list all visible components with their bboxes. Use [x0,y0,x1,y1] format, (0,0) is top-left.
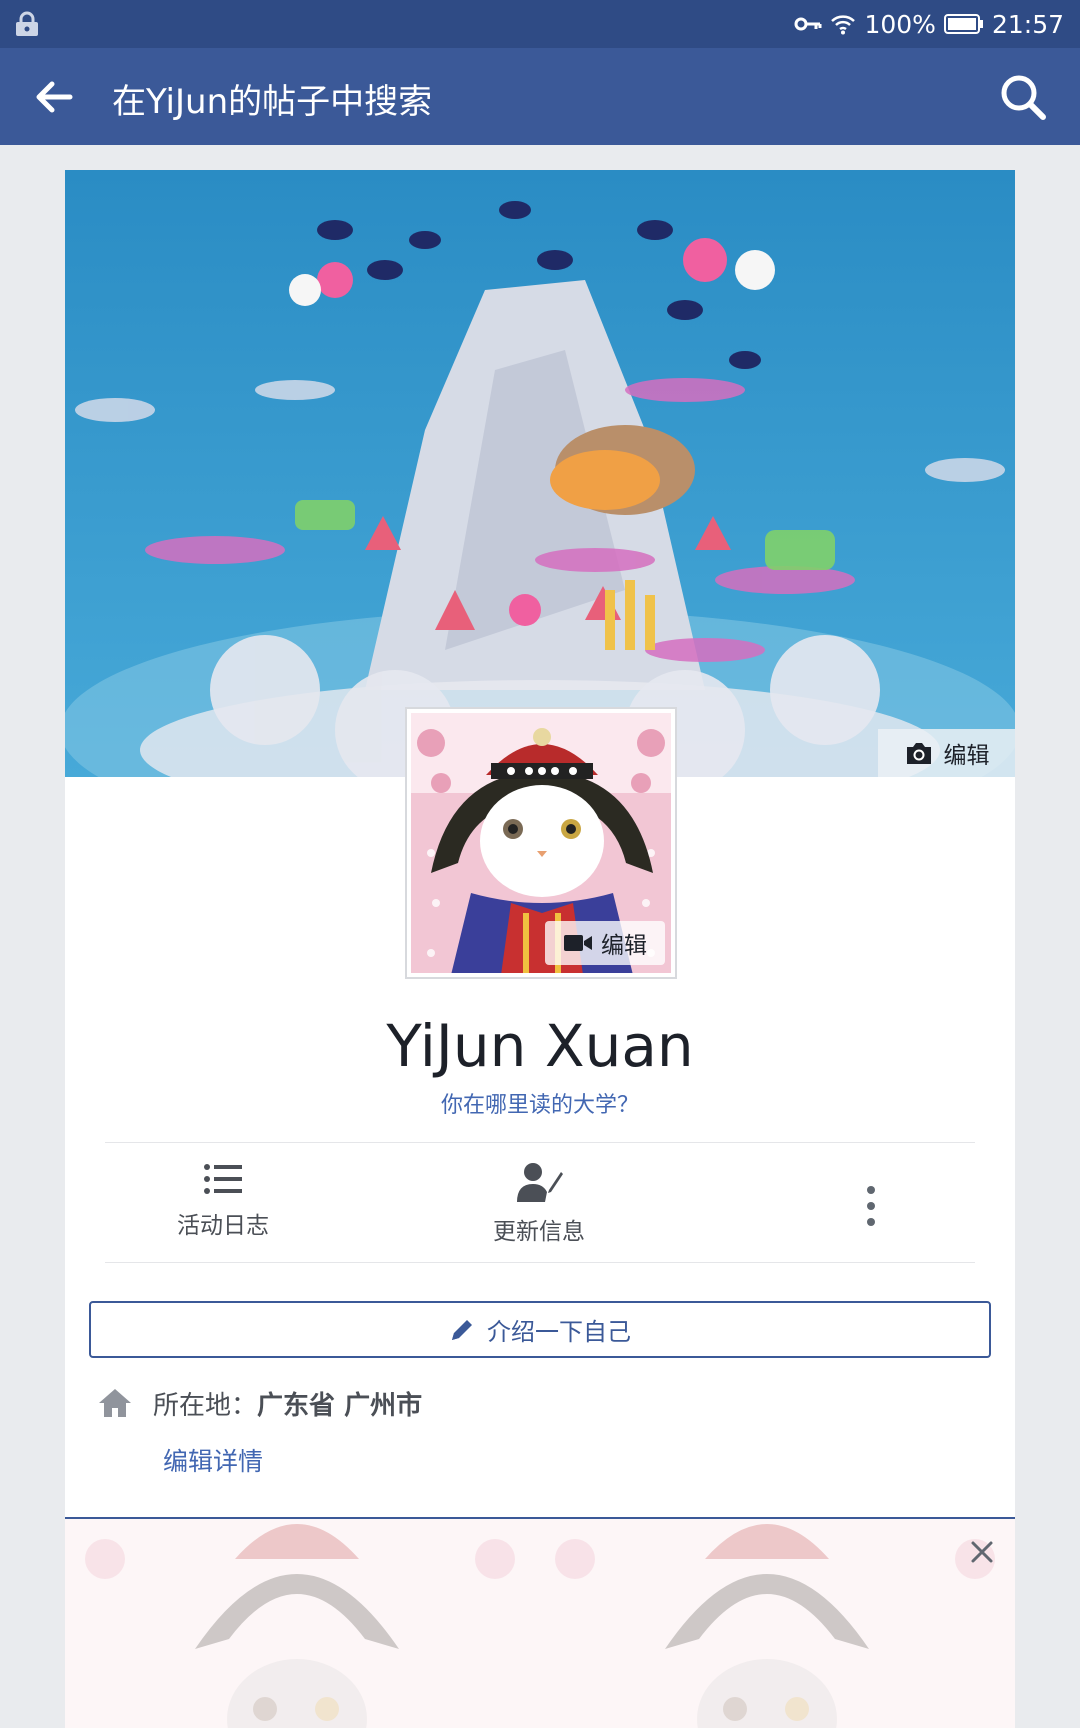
search-button[interactable] [996,70,1050,124]
list-icon [204,1164,242,1194]
edit-details-link[interactable]: 编辑详情 [163,1442,263,1478]
edit-profile-picture-label: 编辑 [601,933,647,959]
more-vertical-icon [867,1186,875,1226]
edit-cover-label: 编辑 [943,743,990,769]
featured-photos[interactable] [65,1517,1015,1728]
edit-profile-icon [517,1163,563,1202]
battery-icon [943,13,984,35]
update-info-label: 更新信息 [493,1219,585,1245]
activity-log-button[interactable]: 活动日志 [123,1162,323,1240]
more-options-button[interactable] [841,1176,901,1236]
introduce-yourself-button[interactable]: 介绍一下自己 [89,1301,991,1358]
cover-photo[interactable]: 编辑 [65,170,1015,777]
back-button[interactable] [30,72,80,122]
wifi-icon [830,13,856,35]
search-in-posts-title[interactable]: 在YiJun的帖子中搜索 [112,74,432,123]
close-icon [971,1541,993,1563]
clock: 21:57 [991,9,1064,39]
profile-name: YiJun Xuan [386,1012,694,1080]
profile-card: 编辑 编辑 YiJun Xuan 你在哪里读的大学？ 活动日志 更新信息 介绍一… [65,170,1015,1518]
video-camera-icon [564,935,592,951]
location-row: 所在地： 广东省 广州市 [95,1378,422,1428]
home-icon [99,1389,131,1417]
close-featured-button[interactable] [965,1535,999,1569]
search-icon [1001,75,1046,120]
divider [105,1142,975,1143]
edit-cover-button[interactable]: 编辑 [878,729,1015,777]
location-value: 广东省 广州市 [257,1390,423,1421]
lock-icon [14,11,40,41]
divider [105,1262,975,1263]
college-prompt-link[interactable]: 你在哪里读的大学？ [65,1087,1015,1119]
back-arrow-icon [36,81,73,113]
profile-picture[interactable]: 编辑 [405,707,677,979]
pencil-icon [452,1319,472,1340]
update-info-button[interactable]: 更新信息 [439,1162,639,1246]
edit-profile-picture-button[interactable]: 编辑 [545,921,665,965]
location-label: 所在地： [153,1390,258,1421]
introduce-yourself-label: 介绍一下自己 [487,1318,631,1346]
key-icon [794,14,822,34]
app-bar: 在YiJun的帖子中搜索 [0,48,1080,145]
battery-percent: 100% [864,9,936,39]
camera-icon [906,743,931,764]
activity-log-label: 活动日志 [177,1213,269,1239]
status-bar: 100% 21:57 [0,0,1080,48]
